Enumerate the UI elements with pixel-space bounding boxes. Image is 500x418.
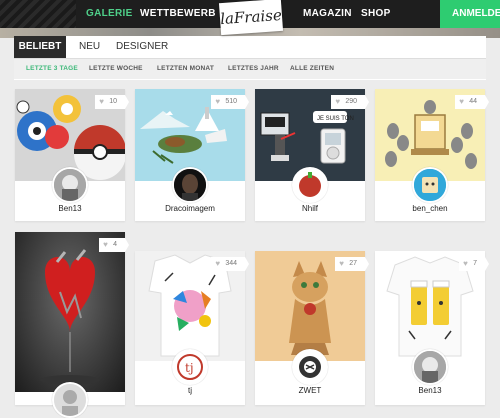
like-value: 7 bbox=[473, 260, 477, 267]
design-card[interactable]: ♥ 44 ben_chen bbox=[375, 89, 489, 221]
designer-name[interactable]: ZWET bbox=[255, 386, 365, 395]
design-card[interactable]: ♥ 510 Dracoimagem bbox=[135, 89, 249, 221]
nav-background-pattern bbox=[0, 0, 76, 28]
like-count[interactable]: ♥ 510 bbox=[211, 95, 249, 109]
period-year[interactable]: LETZTES JAHR bbox=[228, 59, 279, 79]
heart-icon: ♥ bbox=[99, 97, 104, 106]
avatar[interactable] bbox=[412, 349, 448, 385]
period-week[interactable]: LETZTE WOCHE bbox=[89, 59, 143, 79]
avatar[interactable] bbox=[172, 167, 208, 203]
avatar[interactable] bbox=[52, 167, 88, 203]
svg-text:tj: tj bbox=[185, 361, 194, 375]
like-count[interactable]: ♥ 44 bbox=[455, 95, 489, 109]
design-card[interactable]: JE SUIS TON ♥ 290 Nhilf bbox=[255, 89, 369, 221]
designer-name[interactable]: Ben13 bbox=[375, 386, 485, 395]
like-count[interactable]: ♥ 344 bbox=[211, 257, 249, 271]
nav-wettbewerb[interactable]: WETTBEWERB bbox=[140, 0, 216, 28]
like-value: 510 bbox=[225, 98, 237, 105]
nav-shop[interactable]: SHOP bbox=[361, 0, 391, 28]
design-card[interactable]: ♥ 344 tj tj bbox=[135, 251, 249, 405]
like-value: 44 bbox=[469, 98, 477, 105]
avatar[interactable] bbox=[52, 382, 88, 418]
avatar[interactable] bbox=[412, 167, 448, 203]
design-card[interactable]: ♥ 10 Ben13 bbox=[15, 89, 129, 221]
design-card[interactable]: ♥ 27 ZWET bbox=[255, 251, 369, 405]
filter-panel: BELIEBT NEU DESIGNER LETZTE 3 TAGE LETZT… bbox=[14, 36, 486, 80]
like-count[interactable]: ♥ 10 bbox=[95, 95, 129, 109]
avatar[interactable] bbox=[292, 167, 328, 203]
design-thumbnail[interactable] bbox=[15, 232, 125, 392]
heart-icon: ♥ bbox=[339, 259, 344, 268]
design-card[interactable]: ♥ 4 bbox=[15, 232, 129, 418]
heart-icon: ♥ bbox=[463, 259, 468, 268]
designer-name[interactable]: tj bbox=[135, 386, 245, 395]
tab-beliebt[interactable]: BELIEBT bbox=[14, 36, 66, 58]
site-logo[interactable]: laFraise bbox=[218, 0, 284, 36]
like-count[interactable]: ♥ 4 bbox=[99, 238, 129, 252]
like-count[interactable]: ♥ 290 bbox=[331, 95, 369, 109]
like-value: 344 bbox=[225, 260, 237, 267]
like-count[interactable]: ♥ 27 bbox=[335, 257, 369, 271]
like-value: 4 bbox=[113, 241, 117, 248]
login-button[interactable]: ANMELDEN bbox=[440, 0, 500, 28]
heart-icon: ♥ bbox=[459, 97, 464, 106]
designer-name[interactable]: Ben13 bbox=[15, 204, 125, 213]
heart-icon: ♥ bbox=[215, 259, 221, 268]
designer-name[interactable]: Nhilf bbox=[255, 204, 365, 213]
period-month[interactable]: LETZTEN MONAT bbox=[157, 59, 214, 79]
like-value: 27 bbox=[349, 260, 357, 267]
tab-designer[interactable]: DESIGNER bbox=[116, 36, 168, 58]
like-value: 10 bbox=[109, 98, 117, 105]
svg-text:JE SUIS TON: JE SUIS TON bbox=[317, 116, 354, 122]
nav-magazin[interactable]: MAGAZIN bbox=[303, 0, 352, 28]
designer-name[interactable]: ben_chen bbox=[375, 204, 485, 213]
like-count[interactable]: ♥ 7 bbox=[459, 257, 489, 271]
like-value: 290 bbox=[345, 98, 357, 105]
period-3-days[interactable]: LETZTE 3 TAGE bbox=[26, 59, 78, 79]
design-card[interactable]: ♥ 7 Ben13 bbox=[375, 251, 489, 405]
heart-icon: ♥ bbox=[335, 97, 341, 106]
avatar[interactable] bbox=[292, 349, 328, 385]
designer-name[interactable]: Dracoimagem bbox=[135, 204, 245, 213]
heart-icon: ♥ bbox=[215, 97, 221, 106]
period-all-time[interactable]: ALLE ZEITEN bbox=[290, 59, 334, 79]
tab-neu[interactable]: NEU bbox=[79, 36, 100, 58]
period-filter: LETZTE 3 TAGE LETZTE WOCHE LETZTEN MONAT… bbox=[14, 58, 486, 79]
nav-galerie[interactable]: GALERIE bbox=[86, 0, 133, 28]
heart-icon: ♥ bbox=[103, 240, 108, 249]
avatar[interactable]: tj bbox=[172, 349, 208, 385]
